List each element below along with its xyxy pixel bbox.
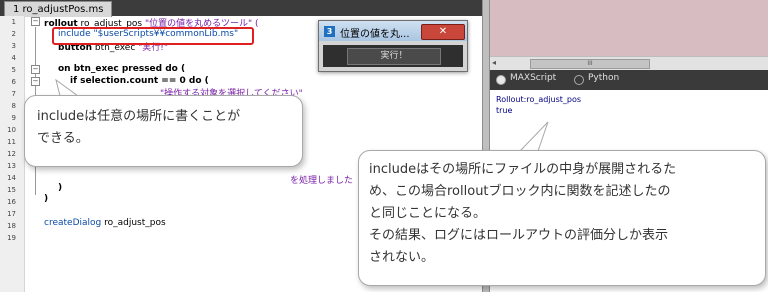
- callout-1-tail: [55, 78, 80, 97]
- callout-line: と同じことになる。: [369, 206, 487, 221]
- callout-include-anywhere: includeは任意の場所に書くことが できる。: [24, 95, 303, 167]
- callout-include-expansion: includeはその場所にファイルの中身が展開されるた め、この場合rollou…: [358, 150, 766, 286]
- callout-2-tail: [518, 121, 549, 152]
- callout-line: includeはその場所にファイルの中身が展開されるた: [369, 162, 677, 177]
- callout-line: されない。: [369, 250, 435, 265]
- callout-line: その結果、ログにはロールアウトの評価分しか表示: [369, 228, 669, 243]
- callout-line: できる。: [37, 131, 89, 146]
- callout-line: め、この場合rolloutブロック内に関数を記述したの: [369, 184, 671, 199]
- callout-line: includeは任意の場所に書くことが: [37, 109, 241, 124]
